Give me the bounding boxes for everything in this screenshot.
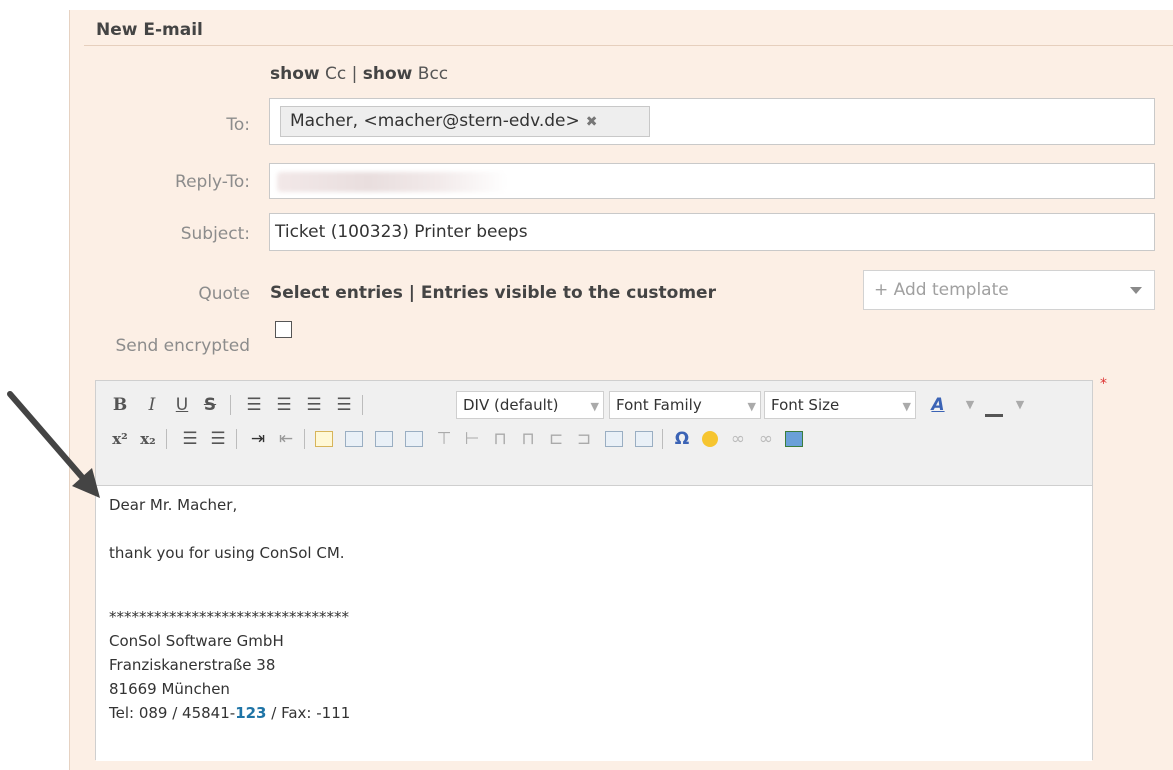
justify-icon[interactable]: ☰ (332, 393, 356, 417)
paragraph-format-value: DIV (default) (463, 396, 559, 414)
editor-toolbar-row-2: x² x₂ ☰ ☰ ⇥ ⇤ ⊤ ⊢ ⊓ ⊓ ⊏ ⊐ Ω ∞ ∞ (96, 423, 1092, 455)
quote-links[interactable]: Select entries | Entries visible to the … (270, 283, 716, 303)
font-size-value: Font Size (771, 396, 840, 414)
tel-suffix: / Fax: -111 (266, 704, 351, 722)
cc-bcc-divider: | (351, 64, 358, 84)
body-line-street: Franziskanerstraße 38 (109, 656, 276, 674)
table-cell-icon[interactable] (402, 427, 426, 451)
toolbar-separator (662, 429, 663, 449)
chevron-down-icon[interactable]: ▼ (1008, 393, 1032, 417)
recipient-chip[interactable]: Macher, <macher@stern-edv.de> ✖ (280, 106, 650, 137)
align-center-icon[interactable]: ☰ (272, 393, 296, 417)
cc-bcc-links: show Cc | show Bcc (270, 64, 448, 84)
font-size-select[interactable]: Font Size ▼ (764, 391, 916, 419)
body-line-city: 81669 München (109, 680, 230, 698)
editor-toolbar-row-1: B I U S ☰ ☰ ☰ ☰ DIV (default) ▼ Font Fami… (96, 389, 1092, 421)
add-template-placeholder: + Add template (874, 280, 1009, 300)
merge-left-icon[interactable]: ⊏ (544, 427, 568, 451)
underline-icon[interactable]: U (170, 393, 194, 417)
body-line-thanks: thank you for using ConSol CM. (109, 544, 345, 562)
show-cc-link[interactable]: show (270, 64, 320, 84)
tel-prefix: Tel: 089 / 45841- (109, 704, 236, 722)
required-marker: * (1100, 376, 1107, 392)
chevron-down-icon: ▼ (902, 400, 911, 413)
reply-to-value-redacted (277, 172, 507, 192)
numbered-list-icon[interactable]: ☰ (206, 427, 230, 451)
smiley-icon[interactable] (698, 427, 722, 451)
page-title: New E-mail (96, 20, 203, 40)
subject-input-value: Ticket (100323) Printer beeps (275, 222, 528, 242)
toolbar-separator (362, 395, 363, 415)
bold-icon[interactable]: B (108, 393, 132, 417)
chevron-down-icon[interactable]: ▼ (958, 393, 982, 417)
table-insert-icon[interactable] (342, 427, 366, 451)
superscript-icon[interactable]: x² (108, 427, 132, 451)
reply-to-label: Reply-To: (175, 172, 250, 192)
paragraph-format-select[interactable]: DIV (default) ▼ (456, 391, 604, 419)
show-bcc-link[interactable]: show (363, 64, 413, 84)
chevron-down-icon (1130, 287, 1142, 294)
link-icon[interactable]: ∞ (726, 427, 750, 451)
body-line-stars: ******************************** (109, 608, 349, 626)
merge-down-icon[interactable]: ⊓ (516, 427, 540, 451)
body-line-greeting: Dear Mr. Macher, (109, 496, 238, 514)
insert-column-icon[interactable]: ⊤ (432, 427, 456, 451)
insert-row-icon[interactable]: ⊢ (460, 427, 484, 451)
italic-icon[interactable]: I (140, 393, 164, 417)
special-char-icon[interactable]: Ω (670, 427, 694, 451)
bcc-label[interactable]: Bcc (418, 64, 448, 84)
font-family-value: Font Family (616, 396, 702, 414)
tel-extension-highlight: 123 (235, 704, 267, 722)
subject-label: Subject: (180, 224, 250, 244)
chevron-down-icon: ▼ (747, 400, 756, 413)
chevron-down-icon: ▼ (590, 400, 599, 413)
quote-label: Quote (198, 284, 250, 304)
strikethrough-icon[interactable]: S (198, 393, 222, 417)
font-family-select[interactable]: Font Family ▼ (609, 391, 761, 419)
table-row-icon[interactable] (372, 427, 396, 451)
outdent-icon[interactable]: ⇤ (274, 427, 298, 451)
to-label: To: (226, 115, 250, 135)
merge-right-icon[interactable]: ⊐ (572, 427, 596, 451)
text-color-icon[interactable]: A (926, 393, 950, 417)
add-template-select[interactable]: + Add template (863, 270, 1155, 310)
toolbar-separator (230, 395, 231, 415)
bullet-list-icon[interactable]: ☰ (178, 427, 202, 451)
table-properties-icon[interactable] (632, 427, 656, 451)
split-cell-icon[interactable] (602, 427, 626, 451)
body-line-phone: Tel: 089 / 45841-123 / Fax: -111 (109, 704, 350, 722)
align-left-icon[interactable]: ☰ (242, 393, 266, 417)
background-color-icon[interactable] (982, 393, 1006, 417)
editor-body[interactable]: Dear Mr. Macher, thank you for using Con… (96, 485, 1092, 761)
rich-text-editor: B I U S ☰ ☰ ☰ ☰ DIV (default) ▼ Font Fami… (95, 380, 1093, 761)
remove-recipient-icon[interactable]: ✖ (586, 114, 598, 130)
body-line-company: ConSol Software GmbH (109, 632, 284, 650)
recipient-chip-text: Macher, <macher@stern-edv.de> (290, 111, 580, 131)
image-icon[interactable] (782, 427, 806, 451)
divider (84, 45, 1173, 46)
unlink-icon[interactable]: ∞ (754, 427, 778, 451)
toolbar-separator (166, 429, 167, 449)
cc-label[interactable]: Cc (325, 64, 346, 84)
send-encrypted-label: Send encrypted (115, 336, 250, 356)
indent-icon[interactable]: ⇥ (246, 427, 270, 451)
align-right-icon[interactable]: ☰ (302, 393, 326, 417)
send-encrypted-checkbox[interactable] (275, 321, 292, 338)
subscript-icon[interactable]: x₂ (136, 427, 160, 451)
annotation-arrow-icon (7, 391, 100, 498)
merge-up-icon[interactable]: ⊓ (488, 427, 512, 451)
toolbar-separator (236, 429, 237, 449)
toolbar-separator (304, 429, 305, 449)
edit-table-icon[interactable] (312, 427, 336, 451)
